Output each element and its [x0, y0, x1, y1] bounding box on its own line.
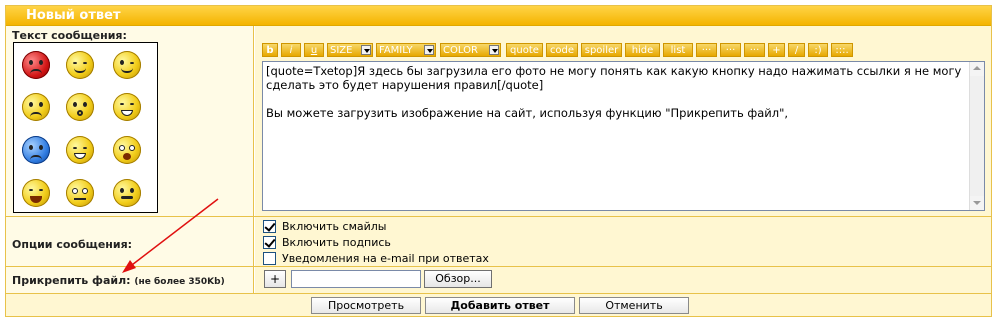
- family-select-label: FAMILY: [379, 45, 413, 56]
- file-path-input[interactable]: [291, 270, 421, 288]
- size-select[interactable]: SIZE: [327, 43, 373, 57]
- color-select[interactable]: COLOR: [440, 43, 501, 57]
- spoiler-button[interactable]: spoiler: [581, 43, 622, 57]
- message-label-cell: Текст сообщения:: [6, 26, 254, 216]
- scroll-down-icon[interactable]: [970, 196, 984, 210]
- chevron-down-icon: [489, 45, 499, 55]
- smiley-confused-icon[interactable]: [66, 179, 94, 207]
- form-title: Новый ответ: [26, 8, 121, 23]
- toolbar-plus-button[interactable]: +: [768, 43, 785, 57]
- smiley-smile-icon[interactable]: [66, 51, 94, 79]
- option-label: Включить смайлы: [282, 220, 387, 233]
- smiley-shocked-icon[interactable]: [113, 136, 141, 164]
- checkbox-enable-smileys[interactable]: [263, 220, 276, 233]
- smiley-surprised-icon[interactable]: [66, 93, 94, 121]
- action-bar: Просмотреть Добавить ответ Отменить: [6, 294, 991, 316]
- message-row: Текст сообщения: b i u SIZE FAMILY COLOR…: [6, 26, 991, 217]
- message-label: Текст сообщения:: [12, 29, 127, 42]
- italic-button[interactable]: i: [281, 43, 301, 57]
- toolbar-dots-button-3[interactable]: ···: [744, 43, 765, 57]
- list-button[interactable]: list: [663, 43, 693, 57]
- family-select[interactable]: FAMILY: [376, 43, 436, 57]
- toolbar-more-button[interactable]: :::.: [831, 43, 853, 57]
- browse-button[interactable]: Обзор...: [424, 270, 492, 288]
- toolbar-dots-button-1[interactable]: ···: [696, 43, 717, 57]
- bold-button[interactable]: b: [262, 43, 278, 57]
- chevron-down-icon: [361, 45, 371, 55]
- smiley-cry-icon[interactable]: [22, 136, 50, 164]
- smiley-grin-icon[interactable]: [113, 93, 141, 121]
- message-quote-text: [quote=Txetop]Я здесь бы загрузила его ф…: [266, 64, 962, 92]
- smiley-panel: [13, 42, 158, 213]
- option-label: Уведомления на e-mail при ответах: [282, 252, 489, 265]
- message-editor-cell: b i u SIZE FAMILY COLOR quote code spoil…: [255, 26, 991, 216]
- options-cell: Включить смайлы Включить подпись Уведомл…: [255, 217, 991, 266]
- toolbar-dots-button-2[interactable]: ···: [720, 43, 741, 57]
- quote-button[interactable]: quote: [506, 43, 543, 57]
- color-select-label: COLOR: [443, 45, 478, 56]
- toolbar-smile-button[interactable]: :): [808, 43, 828, 57]
- attach-label-text: Прикрепить файл:: [12, 274, 131, 287]
- message-textarea[interactable]: [quote=Txetop]Я здесь бы загрузила его ф…: [262, 61, 985, 211]
- attach-size-hint: (не более 350Kb): [134, 277, 225, 287]
- add-file-button[interactable]: +: [264, 270, 286, 288]
- preview-button[interactable]: Просмотреть: [311, 297, 421, 314]
- cancel-button[interactable]: Отменить: [579, 297, 689, 314]
- chevron-down-icon: [424, 45, 434, 55]
- submit-reply-button[interactable]: Добавить ответ: [425, 297, 575, 314]
- message-body-text: Вы можете загрузить изображение на сайт,…: [266, 106, 789, 120]
- size-select-label: SIZE: [330, 45, 353, 56]
- smiley-laugh-icon[interactable]: [22, 179, 50, 207]
- checkbox-enable-signature[interactable]: [263, 236, 276, 249]
- form-header: Новый ответ: [6, 6, 991, 26]
- toolbar-slash-button[interactable]: /: [788, 43, 805, 57]
- attach-cell: + Обзор...: [255, 267, 991, 293]
- red-arrow-annotation: [122, 198, 219, 273]
- checkbox-email-notify[interactable]: [263, 252, 276, 265]
- smiley-wink-finger-icon[interactable]: [113, 51, 141, 79]
- smiley-happy-icon[interactable]: [66, 136, 94, 164]
- textarea-scrollbar[interactable]: [969, 62, 984, 210]
- scroll-up-icon[interactable]: [970, 62, 984, 76]
- underline-button[interactable]: u: [304, 43, 324, 57]
- hide-button[interactable]: hide: [625, 43, 660, 57]
- code-button[interactable]: code: [546, 43, 578, 57]
- smiley-sad-icon[interactable]: [22, 93, 50, 121]
- smiley-angry-icon[interactable]: [22, 51, 50, 79]
- options-label: Опции сообщения:: [12, 238, 133, 251]
- option-label: Включить подпись: [282, 236, 391, 249]
